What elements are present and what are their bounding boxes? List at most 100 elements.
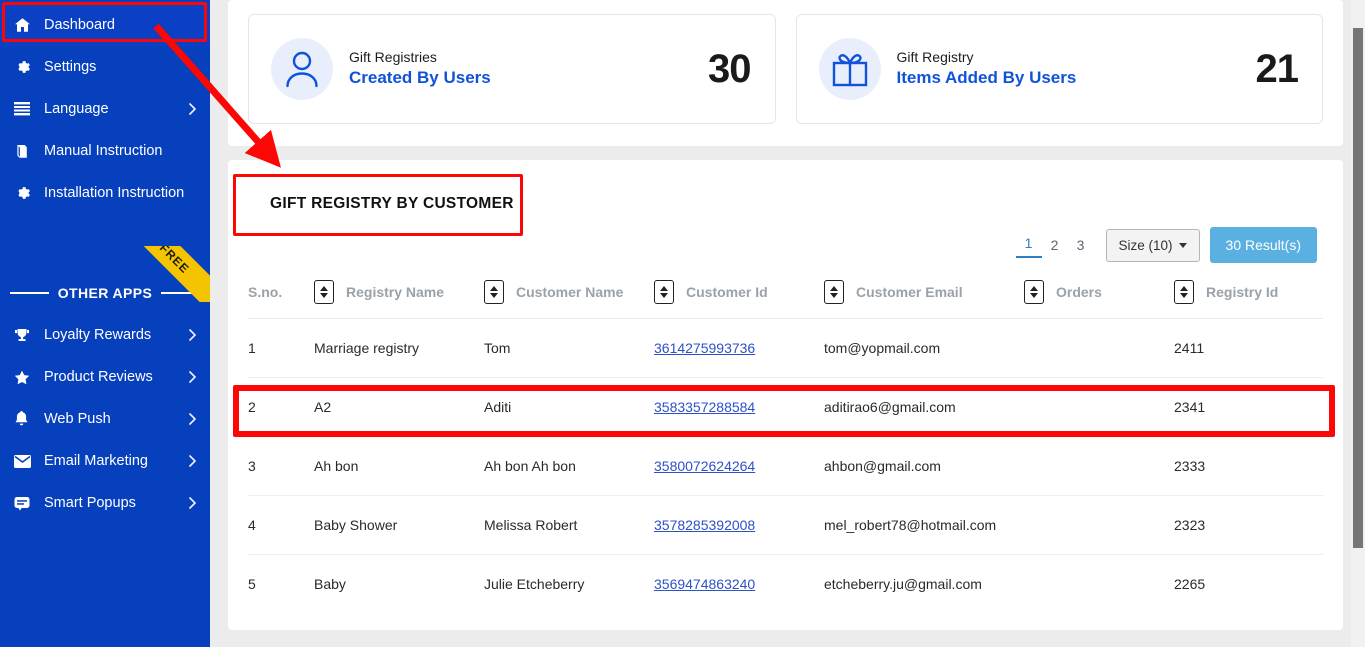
- table-row[interactable]: 5 Baby Julie Etcheberry 3569474863240 et…: [248, 555, 1323, 614]
- cell-registry-id: 2323: [1174, 495, 1323, 555]
- column-label: Orders: [1056, 284, 1102, 300]
- page-size-dropdown[interactable]: Size (10): [1105, 228, 1200, 262]
- sidebar-item-loyalty-rewards[interactable]: Loyalty Rewards: [0, 314, 210, 356]
- column-header-customer-id: Customer Id: [654, 268, 824, 319]
- sidebar-item-language[interactable]: Language: [0, 88, 210, 130]
- cell-customer-id: 3583357288584: [654, 377, 824, 437]
- column-label: S.no.: [248, 284, 283, 300]
- sidebar-item-email-marketing[interactable]: Email Marketing: [0, 440, 210, 482]
- stat-card-subtitle: Gift Registries: [349, 49, 437, 66]
- sidebar-item-label: Dashboard: [44, 17, 115, 33]
- sidebar-content-gap: [210, 0, 228, 647]
- column-label: Customer Email: [856, 284, 963, 300]
- cell-orders: [1024, 495, 1174, 555]
- table-row[interactable]: 2 A2 Aditi 3583357288584 aditirao6@gmail…: [248, 377, 1323, 437]
- inner-scrollbar-track[interactable]: [1343, 0, 1351, 647]
- stat-card-text: Gift Registries Created By Users: [349, 48, 708, 90]
- sidebar-item-settings[interactable]: Settings: [0, 46, 210, 88]
- page-button-1[interactable]: 1: [1015, 233, 1042, 258]
- cell-customer-id: 3569474863240: [654, 555, 824, 614]
- cell-orders: [1024, 555, 1174, 614]
- customer-id-link[interactable]: 3580072624264: [654, 458, 755, 474]
- list-icon: [14, 102, 36, 116]
- page-button-2[interactable]: 2: [1042, 235, 1068, 258]
- gift-icon: [818, 38, 881, 100]
- chevron-right-icon: [189, 329, 196, 341]
- sidebar-item-dashboard[interactable]: Dashboard: [0, 4, 210, 46]
- cell-registry-name: Baby: [314, 576, 346, 592]
- column-label: Customer Id: [686, 284, 768, 300]
- home-icon: [14, 17, 36, 33]
- app-root: Dashboard Settings Language Manual Instr…: [0, 0, 1365, 647]
- sidebar-item-installation-instruction[interactable]: Installation Instruction: [0, 172, 210, 214]
- customer-id-link[interactable]: 3578285392008: [654, 517, 755, 533]
- cell-customer-name: Melissa Robert: [484, 495, 654, 555]
- stat-card-registries-created: Gift Registries Created By Users 30: [248, 14, 776, 124]
- table-toolbar: 1 2 3 Size (10) 30 Result(s): [248, 222, 1323, 268]
- cell-customer-id: 3614275993736: [654, 318, 824, 378]
- cell-registry-id: 2265: [1174, 576, 1206, 592]
- cell-customer-name: Aditi: [484, 377, 654, 437]
- gear-icon: [14, 59, 36, 75]
- sidebar-item-smart-popups[interactable]: Smart Popups: [0, 482, 210, 524]
- envelope-icon: [14, 454, 36, 468]
- cell-customer-name: Ah bon Ah bon: [484, 436, 654, 496]
- customer-id-link[interactable]: 3614275993736: [654, 340, 755, 356]
- popup-icon: [14, 496, 36, 511]
- sidebar-item-web-push[interactable]: Web Push: [0, 398, 210, 440]
- gift-registry-table: S.no. Registry Name Customer Name Custom…: [248, 268, 1323, 613]
- table-body: 1 Marriage registry Tom 3614275993736 to…: [248, 318, 1323, 614]
- cell-registry-name: Marriage registry: [314, 318, 484, 378]
- sort-toggle-registry-name[interactable]: [484, 280, 504, 304]
- other-apps-label: OTHER APPS: [57, 285, 153, 301]
- stat-card-value: 21: [1255, 47, 1299, 91]
- stat-card-text: Gift Registry Items Added By Users: [897, 48, 1256, 90]
- sidebar: Dashboard Settings Language Manual Instr…: [0, 0, 210, 647]
- table-row[interactable]: 4 Baby Shower Melissa Robert 35782853920…: [248, 495, 1323, 555]
- sort-toggle-orders[interactable]: [1174, 280, 1194, 304]
- cell-registry-id: 2341: [1174, 377, 1323, 437]
- page-scrollbar[interactable]: [1351, 0, 1365, 647]
- star-half-icon: [14, 370, 36, 385]
- sort-toggle-sno[interactable]: [314, 280, 334, 304]
- registry-table-panel: GIFT REGISTRY BY CUSTOMER 1 2 3 Size (10…: [228, 160, 1343, 630]
- chevron-right-icon: [189, 413, 196, 425]
- cell-orders: [1024, 318, 1174, 378]
- sidebar-item-label: Language: [44, 101, 109, 117]
- stat-cards-panel: Gift Registries Created By Users 30 Gift…: [228, 0, 1343, 146]
- column-label: Registry Id: [1206, 284, 1279, 300]
- sidebar-item-label: Product Reviews: [44, 369, 153, 385]
- sidebar-item-product-reviews[interactable]: Product Reviews: [0, 356, 210, 398]
- sidebar-item-label: Loyalty Rewards: [44, 327, 152, 343]
- trophy-icon: [14, 328, 36, 343]
- cell-orders: [1024, 436, 1174, 496]
- cell-customer-name: Tom: [484, 318, 654, 378]
- sort-toggle-customer-id[interactable]: [824, 280, 844, 304]
- page-button-3[interactable]: 3: [1068, 235, 1094, 258]
- column-header-registry-id: Registry Id: [1174, 268, 1323, 319]
- pagination: 1 2 3: [1015, 233, 1094, 258]
- table-header-row: S.no. Registry Name Customer Name Custom…: [248, 268, 1323, 319]
- free-badge-label: FREE: [156, 246, 193, 277]
- cell-sno: 3: [248, 436, 314, 496]
- sort-toggle-customer-email[interactable]: [1024, 280, 1044, 304]
- customer-id-link[interactable]: 3569474863240: [654, 576, 755, 592]
- page-size-label: Size (10): [1118, 237, 1173, 253]
- result-count-button[interactable]: 30 Result(s): [1209, 227, 1317, 263]
- sidebar-item-manual-instruction[interactable]: Manual Instruction: [0, 130, 210, 172]
- cell-customer-email: aditirao6@gmail.com: [824, 377, 1024, 437]
- column-header-customer-name: Customer Name: [484, 268, 654, 319]
- column-header-sno: S.no.: [248, 268, 314, 319]
- table-row[interactable]: 3 Ah bon Ah bon Ah bon 3580072624264 ahb…: [248, 436, 1323, 496]
- divider-line-left: [10, 292, 49, 294]
- column-header-registry-name: Registry Name: [314, 268, 484, 319]
- customer-id-link[interactable]: 3583357288584: [654, 399, 755, 415]
- cell-registry-id: 2411: [1174, 318, 1323, 378]
- page-scrollbar-thumb[interactable]: [1353, 28, 1363, 548]
- sort-toggle-customer-name[interactable]: [654, 280, 674, 304]
- cell-registry-name: A2: [314, 377, 484, 437]
- cell-customer-id: 3578285392008: [654, 495, 824, 555]
- cell-orders: [1024, 377, 1174, 437]
- table-row[interactable]: 1 Marriage registry Tom 3614275993736 to…: [248, 318, 1323, 378]
- stat-card-title: Items Added By Users: [896, 67, 1077, 87]
